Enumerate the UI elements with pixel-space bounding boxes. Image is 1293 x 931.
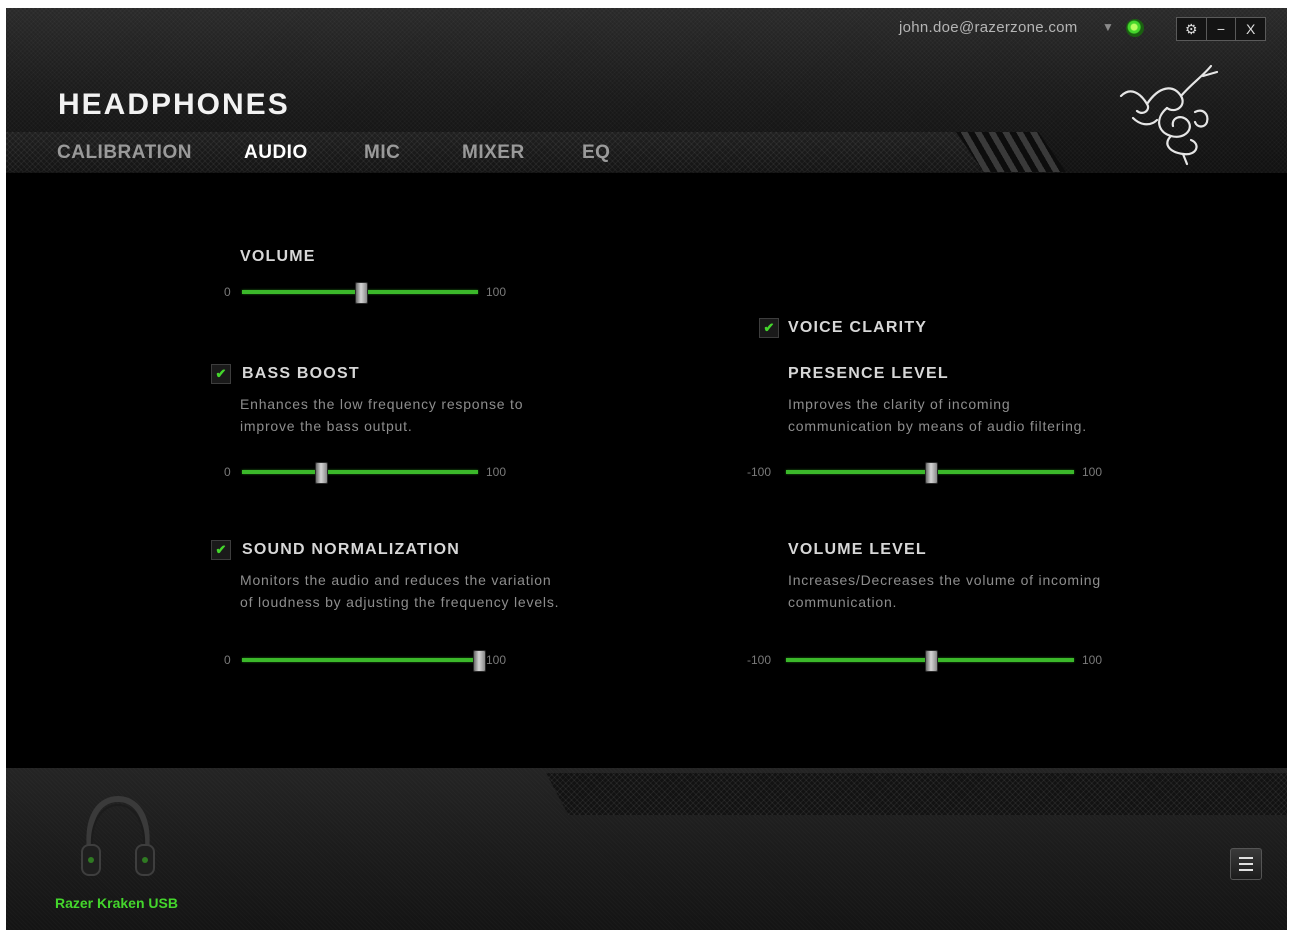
volume-level-label: VOLUME LEVEL	[788, 541, 927, 558]
sound-normalization-slider[interactable]	[242, 650, 486, 672]
tab-calibration[interactable]: CALIBRATION	[57, 142, 192, 164]
bass-boost-desc-line1: Enhances the low frequency response to	[240, 396, 524, 412]
volume-level-min: -100	[747, 653, 772, 667]
tab-audio[interactable]: AUDIO	[244, 142, 308, 164]
bass-boost-max: 100	[486, 465, 507, 479]
presence-level-desc-line2: communication by means of audio filterin…	[788, 418, 1087, 434]
slider-track	[242, 658, 478, 662]
slider-thumb[interactable]	[473, 650, 486, 672]
volume-level-desc-line2: communication.	[788, 594, 898, 610]
sound-normalization-desc-line2: of loudness by adjusting the frequency l…	[240, 594, 560, 610]
volume-level-max: 100	[1082, 653, 1103, 667]
settings-icon[interactable]: ⚙	[1177, 18, 1207, 40]
footer-decorative-band	[546, 773, 1287, 815]
presence-level-min: -100	[747, 465, 772, 479]
volume-level-slider[interactable]	[786, 650, 1074, 672]
tab-eq[interactable]: EQ	[582, 142, 610, 164]
slider-thumb[interactable]	[314, 462, 328, 484]
status-icon	[1126, 19, 1144, 37]
slider-thumb[interactable]	[355, 282, 368, 304]
page-title: HEADPHONES	[58, 88, 290, 121]
account-email[interactable]: john.doe@razerzone.com	[899, 19, 1078, 36]
close-icon[interactable]: X	[1236, 18, 1265, 40]
bass-boost-min: 0	[224, 465, 231, 479]
slider-track	[242, 470, 478, 474]
audio-panel: VOLUME 0 100 ✔ BASS BOOST Enhances the l…	[6, 173, 1287, 773]
sound-normalization-max: 100	[486, 653, 507, 667]
bass-boost-desc-line2: improve the bass output.	[240, 418, 413, 434]
presence-level-slider[interactable]	[786, 462, 1074, 484]
dropdown-arrow-icon[interactable]: ▼	[1102, 20, 1114, 34]
volume-max: 100	[486, 285, 507, 299]
sound-normalization-label: SOUND NORMALIZATION	[242, 541, 461, 558]
checkmark-icon: ✔	[215, 366, 227, 381]
volume-label: VOLUME	[240, 248, 316, 265]
presence-level-max: 100	[1082, 465, 1103, 479]
voice-clarity-checkbox[interactable]: ✔	[759, 318, 779, 338]
bass-boost-label: BASS BOOST	[242, 365, 360, 382]
sound-normalization-checkbox[interactable]: ✔	[211, 540, 231, 560]
bass-boost-slider[interactable]	[242, 462, 478, 484]
menu-icon[interactable]	[1230, 848, 1262, 880]
bass-boost-checkbox[interactable]: ✔	[211, 364, 231, 384]
slider-thumb[interactable]	[925, 650, 938, 672]
tab-mic[interactable]: MIC	[364, 142, 400, 164]
razer-logo-icon	[1119, 64, 1219, 166]
app-window: HEADPHONES CALIBRATION AUDIO MIC MIXER E…	[6, 8, 1287, 930]
checkmark-icon: ✔	[215, 542, 227, 557]
tab-mixer[interactable]: MIXER	[462, 142, 525, 164]
sound-normalization-min: 0	[224, 653, 231, 667]
headset-icon[interactable]	[78, 793, 158, 883]
volume-level-desc-line1: Increases/Decreases the volume of incomi…	[788, 572, 1101, 588]
presence-level-label: PRESENCE LEVEL	[788, 365, 949, 382]
minimize-icon[interactable]: −	[1207, 18, 1237, 40]
window-controls: ⚙ − X	[1176, 17, 1266, 41]
slider-thumb[interactable]	[925, 462, 938, 484]
sound-normalization-desc-line1: Monitors the audio and reduces the varia…	[240, 572, 552, 588]
volume-slider[interactable]	[242, 282, 478, 304]
volume-min: 0	[224, 285, 231, 299]
device-name[interactable]: Razer Kraken USB	[55, 895, 178, 911]
presence-level-desc-line1: Improves the clarity of incoming	[788, 396, 1011, 412]
checkmark-icon: ✔	[763, 320, 775, 335]
voice-clarity-label: VOICE CLARITY	[788, 319, 928, 336]
